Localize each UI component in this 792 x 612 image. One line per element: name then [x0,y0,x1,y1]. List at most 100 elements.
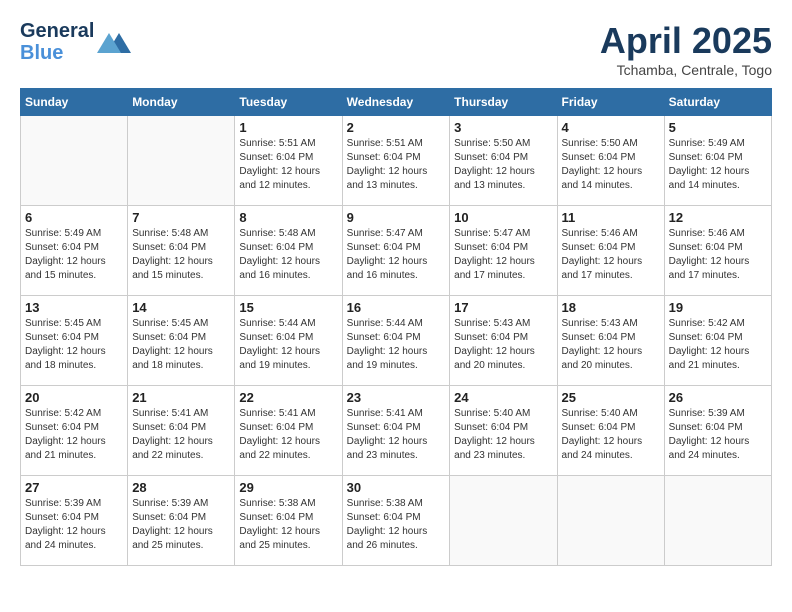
weekday-header-wednesday: Wednesday [342,89,450,116]
calendar-cell: 8 Sunrise: 5:48 AM Sunset: 6:04 PM Daylig… [235,206,342,296]
weekday-header-sunday: Sunday [21,89,128,116]
calendar-cell: 16 Sunrise: 5:44 AM Sunset: 6:04 PM Dayli… [342,296,450,386]
calendar-cell: 10Sunrise: 5:47 AM Sunset: 6:04 PM Dayli… [450,206,557,296]
calendar-cell: 28 Sunrise: 5:39 AM Sunset: 6:04 PM Dayli… [128,476,235,566]
day-info: Sunrise: 5:47 AM Sunset: 6:04 PM Dayligh… [347,227,446,283]
day-number: 16 [347,300,446,315]
day-number: 29 [239,480,337,495]
calendar-cell: 3Sunrise: 5:50 AM Sunset: 6:04 PM Daylig… [450,116,557,206]
day-number: 28 [132,480,230,495]
day-number: 12 [669,210,767,225]
logo-line1: General [20,20,94,42]
day-info: Sunrise: 5:51 AM Sunset: 6:04 PM Dayligh… [347,137,446,193]
day-number: 23 [347,390,446,405]
calendar-cell: 23 Sunrise: 5:41 AM Sunset: 6:04 PM Dayli… [342,386,450,476]
page-header: General Blue April 2025 Tchamba, Central… [20,20,772,78]
week-row-4: 20 Sunrise: 5:42 AM Sunset: 6:04 PM Dayli… [21,386,772,476]
day-info: Sunrise: 5:42 AM Sunset: 6:04 PM Dayligh… [669,317,767,373]
day-number: 21 [132,390,230,405]
calendar-cell: 5Sunrise: 5:49 AM Sunset: 6:04 PM Daylig… [664,116,771,206]
week-row-1: 1 Sunrise: 5:51 AM Sunset: 6:04 PM Daylig… [21,116,772,206]
day-number: 8 [239,210,337,225]
calendar-cell: 29 Sunrise: 5:38 AM Sunset: 6:04 PM Dayli… [235,476,342,566]
calendar-cell: 14Sunrise: 5:45 AM Sunset: 6:04 PM Dayli… [128,296,235,386]
day-info: Sunrise: 5:51 AM Sunset: 6:04 PM Dayligh… [239,137,337,193]
day-number: 7 [132,210,230,225]
title-block: April 2025 Tchamba, Centrale, Togo [600,20,772,78]
calendar-cell: 19 Sunrise: 5:42 AM Sunset: 6:04 PM Dayli… [664,296,771,386]
day-info: Sunrise: 5:42 AM Sunset: 6:04 PM Dayligh… [25,407,123,463]
location: Tchamba, Centrale, Togo [600,62,772,78]
day-number: 4 [562,120,660,135]
day-info: Sunrise: 5:41 AM Sunset: 6:04 PM Dayligh… [347,407,446,463]
weekday-header-tuesday: Tuesday [235,89,342,116]
day-number: 13 [25,300,123,315]
day-info: Sunrise: 5:38 AM Sunset: 6:04 PM Dayligh… [347,497,446,553]
day-number: 10 [454,210,552,225]
calendar-cell: 12 Sunrise: 5:46 AM Sunset: 6:04 PM Dayli… [664,206,771,296]
weekday-header-saturday: Saturday [664,89,771,116]
day-info: Sunrise: 5:44 AM Sunset: 6:04 PM Dayligh… [239,317,337,373]
calendar-cell [557,476,664,566]
day-info: Sunrise: 5:48 AM Sunset: 6:04 PM Dayligh… [239,227,337,283]
calendar-table: SundayMondayTuesdayWednesdayThursdayFrid… [20,88,772,566]
day-number: 11 [562,210,660,225]
calendar-cell [450,476,557,566]
day-info: Sunrise: 5:43 AM Sunset: 6:04 PM Dayligh… [562,317,660,373]
day-number: 6 [25,210,123,225]
day-info: Sunrise: 5:46 AM Sunset: 6:04 PM Dayligh… [562,227,660,283]
day-info: Sunrise: 5:40 AM Sunset: 6:04 PM Dayligh… [454,407,552,463]
day-number: 19 [669,300,767,315]
calendar-cell: 22Sunrise: 5:41 AM Sunset: 6:04 PM Dayli… [235,386,342,476]
calendar-cell: 26 Sunrise: 5:39 AM Sunset: 6:04 PM Dayli… [664,386,771,476]
day-info: Sunrise: 5:50 AM Sunset: 6:04 PM Dayligh… [562,137,660,193]
day-number: 17 [454,300,552,315]
day-number: 18 [562,300,660,315]
calendar-cell: 6Sunrise: 5:49 AM Sunset: 6:04 PM Daylig… [21,206,128,296]
day-info: Sunrise: 5:43 AM Sunset: 6:04 PM Dayligh… [454,317,552,373]
day-number: 25 [562,390,660,405]
week-row-2: 6Sunrise: 5:49 AM Sunset: 6:04 PM Daylig… [21,206,772,296]
calendar-cell: 1 Sunrise: 5:51 AM Sunset: 6:04 PM Daylig… [235,116,342,206]
day-info: Sunrise: 5:39 AM Sunset: 6:04 PM Dayligh… [669,407,767,463]
month-year: April 2025 [600,20,772,62]
calendar-cell: 4 Sunrise: 5:50 AM Sunset: 6:04 PM Daylig… [557,116,664,206]
week-row-5: 27 Sunrise: 5:39 AM Sunset: 6:04 PM Dayli… [21,476,772,566]
day-number: 3 [454,120,552,135]
day-info: Sunrise: 5:38 AM Sunset: 6:04 PM Dayligh… [239,497,337,553]
day-info: Sunrise: 5:39 AM Sunset: 6:04 PM Dayligh… [132,497,230,553]
calendar-header: SundayMondayTuesdayWednesdayThursdayFrid… [21,89,772,116]
day-info: Sunrise: 5:41 AM Sunset: 6:04 PM Dayligh… [239,407,337,463]
calendar-cell: 25Sunrise: 5:40 AM Sunset: 6:04 PM Dayli… [557,386,664,476]
day-number: 2 [347,120,446,135]
day-info: Sunrise: 5:44 AM Sunset: 6:04 PM Dayligh… [347,317,446,373]
day-number: 1 [239,120,337,135]
calendar-cell: 2 Sunrise: 5:51 AM Sunset: 6:04 PM Daylig… [342,116,450,206]
calendar-cell: 9 Sunrise: 5:47 AM Sunset: 6:04 PM Daylig… [342,206,450,296]
calendar-cell [664,476,771,566]
calendar-cell: 11 Sunrise: 5:46 AM Sunset: 6:04 PM Dayli… [557,206,664,296]
calendar-cell: 7Sunrise: 5:48 AM Sunset: 6:04 PM Daylig… [128,206,235,296]
calendar-cell: 30 Sunrise: 5:38 AM Sunset: 6:04 PM Dayli… [342,476,450,566]
day-number: 9 [347,210,446,225]
calendar-cell: 21Sunrise: 5:41 AM Sunset: 6:04 PM Dayli… [128,386,235,476]
calendar-cell: 13 Sunrise: 5:45 AM Sunset: 6:04 PM Dayli… [21,296,128,386]
day-info: Sunrise: 5:46 AM Sunset: 6:04 PM Dayligh… [669,227,767,283]
day-info: Sunrise: 5:45 AM Sunset: 6:04 PM Dayligh… [25,317,123,373]
logo: General Blue [20,20,131,64]
calendar-cell [128,116,235,206]
day-number: 5 [669,120,767,135]
logo-line2: Blue [20,42,94,64]
day-number: 20 [25,390,123,405]
day-info: Sunrise: 5:45 AM Sunset: 6:04 PM Dayligh… [132,317,230,373]
calendar-cell: 15 Sunrise: 5:44 AM Sunset: 6:04 PM Dayli… [235,296,342,386]
weekday-row: SundayMondayTuesdayWednesdayThursdayFrid… [21,89,772,116]
week-row-3: 13 Sunrise: 5:45 AM Sunset: 6:04 PM Dayli… [21,296,772,386]
day-info: Sunrise: 5:39 AM Sunset: 6:04 PM Dayligh… [25,497,123,553]
day-number: 30 [347,480,446,495]
weekday-header-monday: Monday [128,89,235,116]
day-number: 15 [239,300,337,315]
day-number: 27 [25,480,123,495]
day-number: 26 [669,390,767,405]
day-number: 24 [454,390,552,405]
